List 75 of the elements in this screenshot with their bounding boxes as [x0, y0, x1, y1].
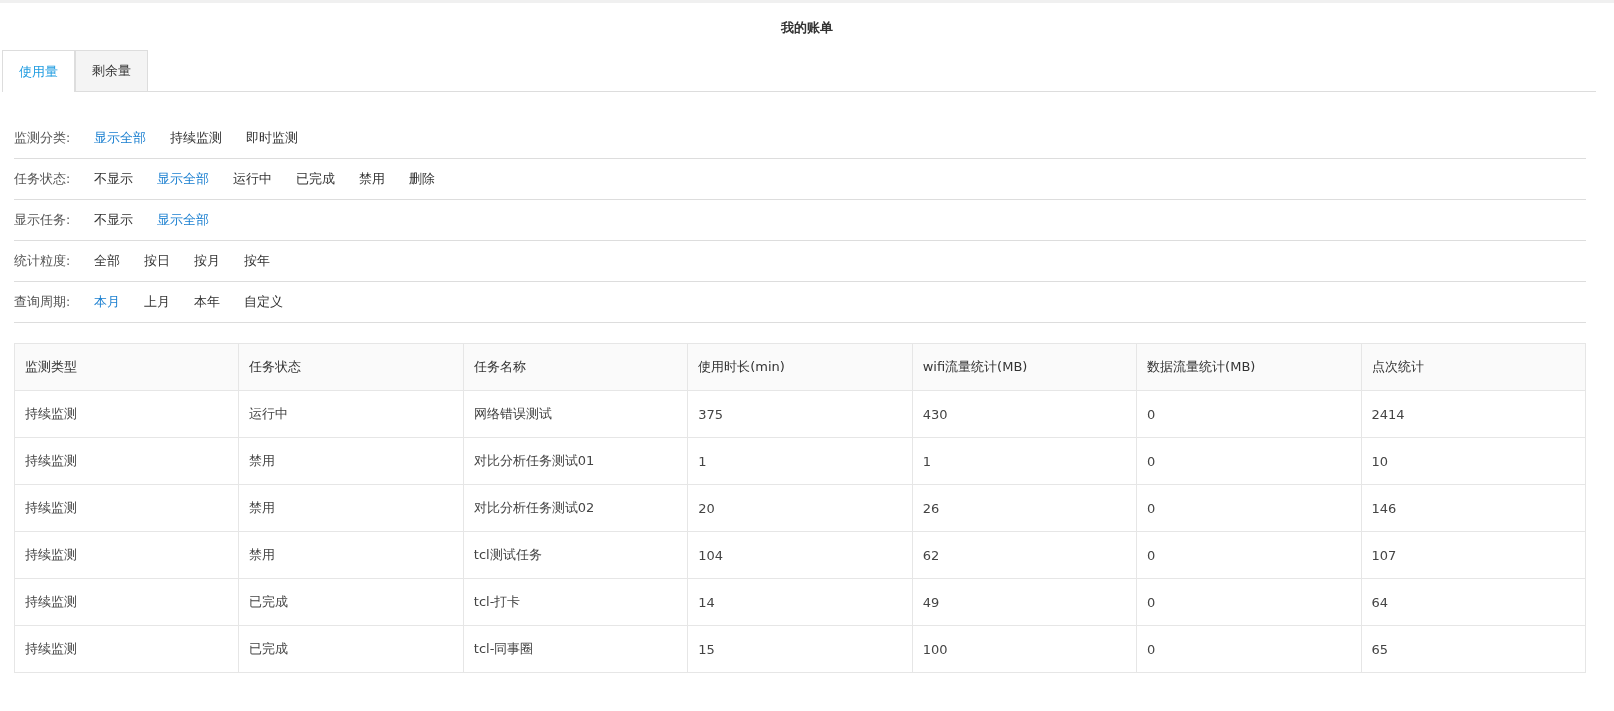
filter-option[interactable]: 即时监测: [246, 129, 298, 147]
filter-option[interactable]: 已完成: [296, 170, 335, 188]
table-cell: tcl-同事圈: [463, 625, 688, 673]
table-cell: 1: [912, 437, 1137, 485]
table-cell: 20: [687, 484, 913, 532]
filter-option[interactable]: 本月: [94, 293, 120, 311]
filter-option[interactable]: 删除: [409, 170, 435, 188]
table-cell: 持续监测: [14, 437, 239, 485]
table-cell: 运行中: [238, 390, 464, 438]
column-header: 任务名称: [463, 343, 688, 391]
table-cell: 49: [912, 578, 1137, 626]
table-cell: 0: [1136, 484, 1362, 532]
column-header: 数据流量统计(MB): [1136, 343, 1362, 391]
table-cell: 网络错误测试: [463, 390, 688, 438]
table-cell: 10: [1361, 437, 1586, 485]
table-cell: tcl-打卡: [463, 578, 688, 626]
filter-option[interactable]: 不显示: [94, 170, 133, 188]
table-cell: 禁用: [238, 437, 464, 485]
filter-label: 任务状态:: [14, 170, 72, 188]
table-cell: 已完成: [238, 578, 464, 626]
filter-option[interactable]: 持续监测: [170, 129, 222, 147]
filter-label: 监测分类:: [14, 129, 72, 147]
filter-option[interactable]: 上月: [144, 293, 170, 311]
table-cell: 禁用: [238, 484, 464, 532]
table-cell: 0: [1136, 625, 1362, 673]
table-cell: 100: [912, 625, 1137, 673]
table-cell: 禁用: [238, 531, 464, 579]
table-cell: 0: [1136, 437, 1362, 485]
filter-option[interactable]: 显示全部: [94, 129, 146, 147]
filter-option[interactable]: 全部: [94, 252, 120, 270]
filter-option[interactable]: 按日: [144, 252, 170, 270]
table-cell: 持续监测: [14, 578, 239, 626]
column-header: 点次统计: [1361, 343, 1586, 391]
filter-option[interactable]: 不显示: [94, 211, 133, 229]
filter-option[interactable]: 自定义: [244, 293, 283, 311]
table-cell: 65: [1361, 625, 1586, 673]
table-cell: 375: [687, 390, 913, 438]
table-cell: 持续监测: [14, 625, 239, 673]
filter-option[interactable]: 本年: [194, 293, 220, 311]
table-cell: 146: [1361, 484, 1586, 532]
table-cell: 持续监测: [14, 484, 239, 532]
table-cell: 0: [1136, 578, 1362, 626]
filter-option[interactable]: 按月: [194, 252, 220, 270]
filter-option[interactable]: 运行中: [233, 170, 272, 188]
column-header: wifi流量统计(MB): [912, 343, 1137, 391]
column-header: 任务状态: [238, 343, 464, 391]
table-cell: 62: [912, 531, 1137, 579]
table-cell: 持续监测: [14, 531, 239, 579]
table-cell: 0: [1136, 531, 1362, 579]
table-cell: 0: [1136, 390, 1362, 438]
table-cell: 已完成: [238, 625, 464, 673]
table-cell: 对比分析任务测试02: [463, 484, 688, 532]
tab[interactable]: 剩余量: [75, 50, 148, 91]
filter-label: 查询周期:: [14, 293, 72, 311]
table-cell: tcl测试任务: [463, 531, 688, 579]
page-title: 我的账单: [781, 19, 833, 37]
table-cell: 104: [687, 531, 913, 579]
table-cell: 15: [687, 625, 913, 673]
table-cell: 1: [687, 437, 913, 485]
filter-option[interactable]: 禁用: [359, 170, 385, 188]
table-cell: 对比分析任务测试01: [463, 437, 688, 485]
table-cell: 持续监测: [14, 390, 239, 438]
filter-label: 显示任务:: [14, 211, 72, 229]
table-cell: 14: [687, 578, 913, 626]
filter-label: 统计粒度:: [14, 252, 72, 270]
table-cell: 107: [1361, 531, 1586, 579]
table-cell: 64: [1361, 578, 1586, 626]
filter-option[interactable]: 显示全部: [157, 170, 209, 188]
table-cell: 26: [912, 484, 1137, 532]
column-header: 使用时长(min): [687, 343, 913, 391]
column-header: 监测类型: [14, 343, 239, 391]
filter-option[interactable]: 显示全部: [157, 211, 209, 229]
table-cell: 430: [912, 390, 1137, 438]
table-cell: 2414: [1361, 390, 1586, 438]
filter-option[interactable]: 按年: [244, 252, 270, 270]
